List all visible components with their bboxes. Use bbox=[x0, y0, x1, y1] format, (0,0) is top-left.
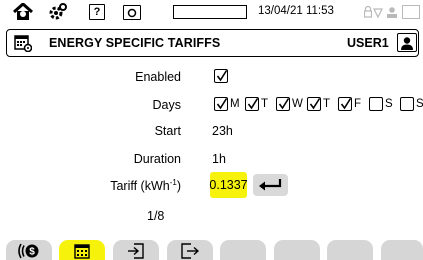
tab-empty[interactable] bbox=[220, 240, 266, 260]
export-icon bbox=[181, 243, 199, 259]
enter-arrow-icon bbox=[258, 179, 281, 191]
user-label: USER1 bbox=[347, 36, 389, 50]
import-icon bbox=[127, 243, 145, 259]
tab-empty[interactable] bbox=[274, 240, 320, 260]
duration-label: Duration bbox=[133, 152, 181, 166]
user-icon bbox=[385, 5, 399, 19]
tariff-input[interactable]: 0.1337 bbox=[209, 172, 248, 198]
page-indicator: 1/8 bbox=[147, 209, 165, 223]
gear-icon[interactable] bbox=[47, 2, 69, 22]
enabled-label: Enabled bbox=[135, 70, 181, 84]
day-letter: S bbox=[385, 98, 393, 110]
calendar-icon bbox=[74, 243, 90, 259]
tab-calendar[interactable] bbox=[59, 240, 105, 260]
datetime: 13/04/21 11:53 bbox=[258, 5, 334, 17]
help-icon[interactable]: ? bbox=[89, 4, 105, 20]
start-value[interactable]: 23h bbox=[212, 124, 233, 138]
duration-value[interactable]: 1h bbox=[212, 152, 226, 166]
tab-export[interactable] bbox=[167, 240, 213, 260]
day-checkbox[interactable] bbox=[276, 97, 290, 111]
enabled-checkbox[interactable] bbox=[214, 69, 228, 83]
title-bar: ENERGY SPECIFIC TARIFFS USER1 bbox=[6, 29, 419, 57]
day-checkbox[interactable] bbox=[245, 97, 259, 111]
day-letter: S bbox=[416, 98, 423, 110]
day-letter: M bbox=[230, 98, 240, 110]
tariff-label: Tariff (kWh-1) bbox=[110, 178, 181, 194]
user-button[interactable] bbox=[397, 33, 417, 52]
day-checkbox[interactable] bbox=[400, 97, 414, 111]
day-letter: W bbox=[292, 98, 303, 110]
page-title: ENERGY SPECIFIC TARIFFS bbox=[49, 36, 221, 50]
screen-icon bbox=[402, 5, 420, 19]
home-icon[interactable] bbox=[11, 2, 35, 22]
tab-import[interactable] bbox=[113, 240, 159, 260]
day-checkbox[interactable] bbox=[214, 97, 228, 111]
lock-icon bbox=[364, 5, 372, 19]
day-checkbox[interactable] bbox=[307, 97, 321, 111]
battery-icon bbox=[173, 5, 247, 19]
enter-button[interactable] bbox=[253, 174, 288, 196]
day-letter: T bbox=[261, 98, 269, 110]
tab-currency[interactable]: $ bbox=[6, 240, 52, 260]
currency-icon: $ bbox=[16, 243, 42, 259]
person-icon bbox=[401, 37, 413, 50]
tab-empty[interactable] bbox=[381, 240, 423, 260]
day-letter: F bbox=[354, 98, 362, 110]
calendar-settings-icon bbox=[14, 34, 33, 53]
day-letter: T bbox=[323, 98, 331, 110]
days-label: Days bbox=[152, 98, 181, 112]
tab-empty[interactable] bbox=[327, 240, 373, 260]
camera-icon[interactable] bbox=[123, 5, 141, 20]
start-label: Start bbox=[154, 124, 181, 138]
svg-text:$: $ bbox=[29, 247, 35, 258]
status-bar: ? 13/04/21 11:53 bbox=[0, 0, 423, 24]
signal-icon bbox=[373, 5, 383, 19]
day-checkbox[interactable] bbox=[338, 97, 352, 111]
day-checkbox[interactable] bbox=[369, 97, 383, 111]
